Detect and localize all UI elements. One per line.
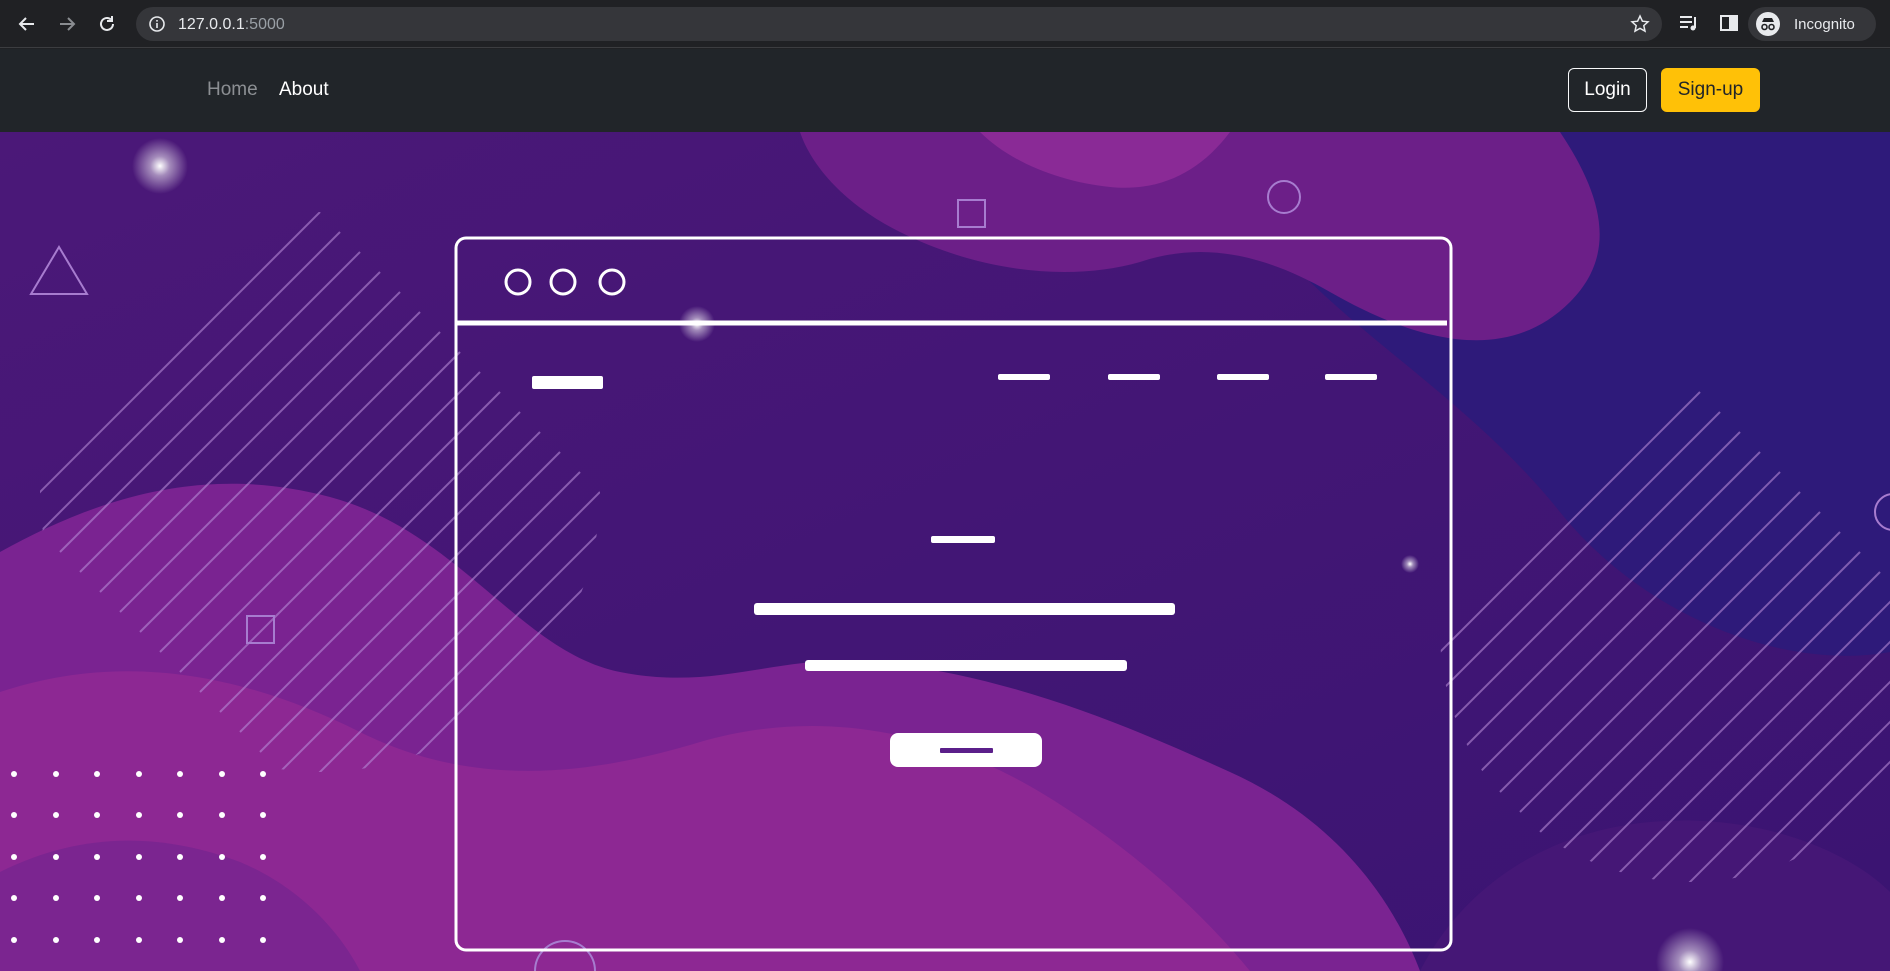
profile-button[interactable]: Incognito bbox=[1748, 7, 1876, 41]
incognito-icon bbox=[1756, 12, 1780, 36]
forward-icon bbox=[60, 17, 76, 31]
hero-illustration bbox=[0, 132, 1890, 971]
wireframe-heading-bar bbox=[931, 536, 995, 543]
reload-icon bbox=[100, 16, 114, 31]
info-icon[interactable] bbox=[148, 15, 166, 33]
wireframe-menu-bar bbox=[1108, 374, 1160, 380]
back-icon bbox=[18, 17, 34, 31]
wireframe-menu-bar bbox=[1217, 374, 1269, 380]
side-panel-icon[interactable] bbox=[1718, 12, 1740, 34]
hero-banner bbox=[0, 132, 1890, 971]
browser-toolbar: 127.0.0.1:5000 Incognito bbox=[0, 0, 1890, 48]
sparkle bbox=[132, 138, 188, 194]
star-icon[interactable] bbox=[1630, 14, 1650, 34]
signup-button[interactable]: Sign-up bbox=[1661, 68, 1760, 112]
media-queue-icon[interactable] bbox=[1678, 12, 1700, 34]
forward-button[interactable] bbox=[53, 10, 81, 38]
url-text: 127.0.0.1:5000 bbox=[178, 16, 285, 33]
wireframe-menu-bar bbox=[1325, 374, 1377, 380]
wireframe-logo-bar bbox=[532, 376, 603, 389]
nav-about-link[interactable]: About bbox=[279, 79, 329, 101]
wireframe-text-line bbox=[754, 603, 1175, 615]
sparkle bbox=[1401, 555, 1419, 573]
wireframe-text-line bbox=[805, 660, 1127, 671]
login-button[interactable]: Login bbox=[1568, 68, 1647, 112]
reload-button[interactable] bbox=[93, 10, 121, 38]
nav-home-link[interactable]: Home bbox=[207, 79, 258, 101]
back-button[interactable] bbox=[13, 10, 41, 38]
address-bar[interactable]: 127.0.0.1:5000 bbox=[136, 7, 1662, 41]
site-navbar: Home About Login Sign-up bbox=[0, 49, 1890, 132]
profile-label: Incognito bbox=[1794, 16, 1855, 33]
wireframe-button-label bbox=[940, 748, 993, 753]
wireframe-menu-bar bbox=[998, 374, 1050, 380]
